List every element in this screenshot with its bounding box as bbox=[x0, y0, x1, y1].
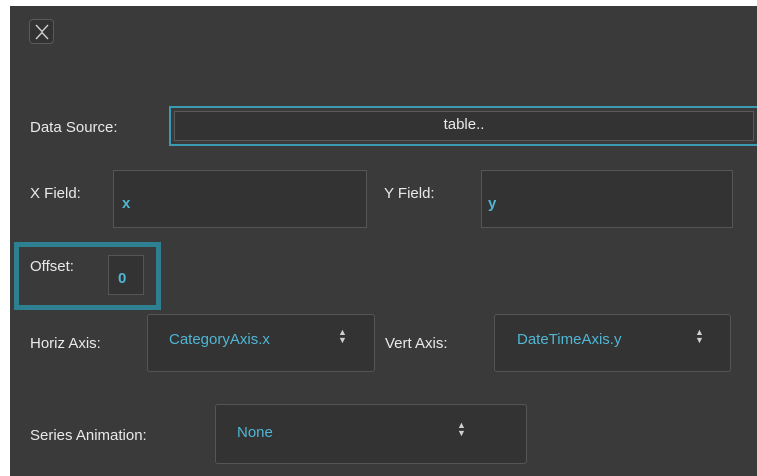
y-field-label: Y Field: bbox=[384, 185, 435, 202]
offset-input[interactable]: 0 bbox=[108, 255, 144, 295]
close-button[interactable] bbox=[29, 19, 54, 44]
select-arrows-icon: ▲ ▼ bbox=[695, 327, 704, 345]
offset-label: Offset: bbox=[30, 258, 74, 275]
vert-axis-value: DateTimeAxis.y bbox=[517, 331, 622, 348]
select-arrows-icon: ▲ ▼ bbox=[338, 327, 347, 345]
y-field-input[interactable]: y bbox=[481, 170, 733, 228]
offset-value: 0 bbox=[118, 270, 127, 287]
data-source-label: Data Source: bbox=[30, 119, 118, 136]
vert-axis-select[interactable]: DateTimeAxis.y ▲ ▼ bbox=[494, 314, 731, 372]
horiz-axis-label: Horiz Axis: bbox=[30, 335, 101, 352]
y-field-value: y bbox=[488, 195, 497, 212]
series-animation-value: None bbox=[237, 424, 273, 441]
select-arrows-icon: ▲ ▼ bbox=[457, 420, 466, 438]
chart-settings-panel: Data Source: table.. X Field: x Y Field:… bbox=[10, 6, 757, 476]
close-icon bbox=[35, 24, 49, 40]
horiz-axis-select[interactable]: CategoryAxis.x ▲ ▼ bbox=[147, 314, 375, 372]
data-source-field[interactable]: table.. bbox=[169, 106, 757, 146]
x-field-input[interactable]: x bbox=[113, 170, 367, 228]
series-animation-label: Series Animation: bbox=[30, 427, 147, 444]
horiz-axis-value: CategoryAxis.x bbox=[169, 331, 270, 348]
data-source-value[interactable]: table.. bbox=[174, 111, 754, 141]
x-field-value: x bbox=[122, 195, 131, 212]
x-field-label: X Field: bbox=[30, 185, 81, 202]
vert-axis-label: Vert Axis: bbox=[385, 335, 448, 352]
series-animation-select[interactable]: None ▲ ▼ bbox=[215, 404, 527, 464]
